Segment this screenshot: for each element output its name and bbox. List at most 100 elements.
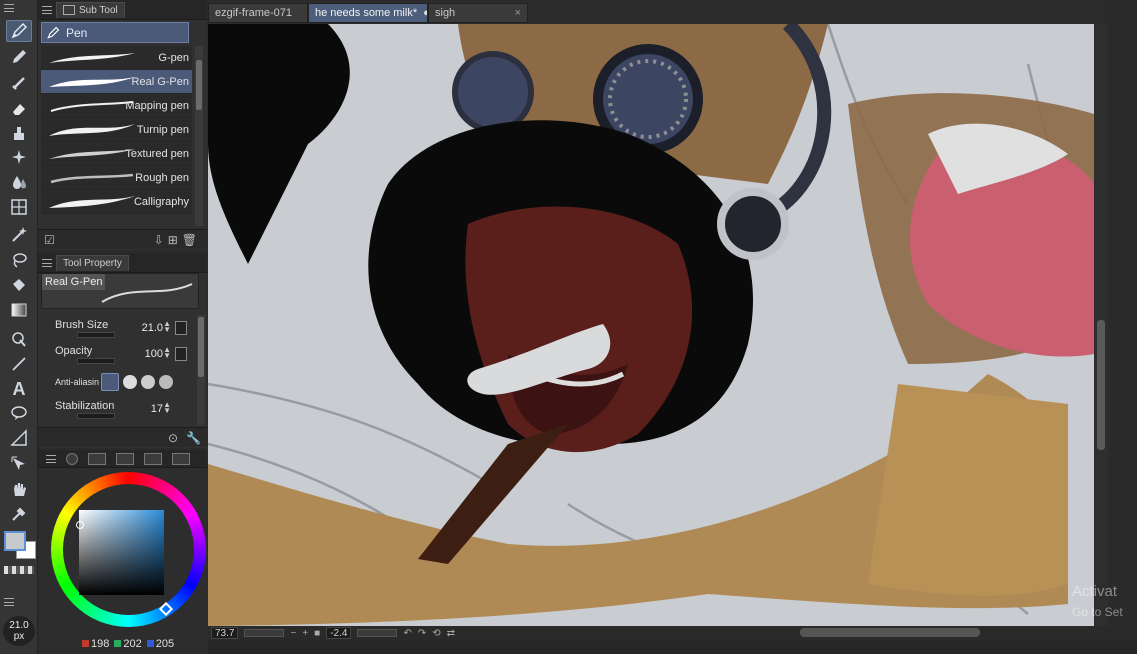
transparent-color-icon[interactable] [4, 566, 34, 574]
drawing-canvas[interactable] [208, 24, 1094, 626]
eraser-icon[interactable] [6, 98, 32, 120]
canvas-vertical-scroll-thumb[interactable] [1097, 320, 1105, 450]
gradient-icon[interactable] [6, 299, 32, 321]
pen-icon [47, 26, 60, 39]
tool-property-scrollbar[interactable] [197, 315, 205, 425]
grid-icon[interactable] [6, 196, 32, 218]
color-set-tab-icon[interactable] [116, 452, 134, 465]
tool-property-tab[interactable]: Tool Property [56, 254, 129, 271]
rotate-left-icon[interactable]: ↶ [403, 628, 411, 639]
brush-item[interactable]: Rough pen [41, 166, 192, 190]
canvas-vertical-scrollbar[interactable] [1094, 24, 1108, 626]
intermediate-color-tab-icon[interactable] [172, 452, 190, 465]
opacity-row[interactable]: Opacity 100 ▲ ▼ [41, 343, 191, 367]
opacity-spinner-icon[interactable]: ▲ ▼ [163, 346, 171, 360]
wrench-icon[interactable]: 🔧 [186, 431, 201, 445]
rotation-value[interactable]: -2.4 [326, 627, 352, 639]
brush-item-label: Mapping pen [125, 100, 189, 112]
fit-icon[interactable]: ■ [314, 628, 320, 639]
paint-bucket-icon[interactable] [6, 274, 32, 296]
tool-property-scroll-thumb[interactable] [198, 317, 204, 377]
brush-item[interactable]: Turnip pen [41, 118, 192, 142]
rotate-right-icon[interactable]: ↷ [418, 628, 426, 639]
zoom-out-icon[interactable]: − [290, 628, 296, 639]
brush-size-slider[interactable] [77, 332, 115, 338]
magic-wand-icon[interactable] [6, 224, 32, 246]
brush-size-value[interactable]: 21.0 [142, 322, 163, 334]
tool-property-menu-icon[interactable] [42, 258, 52, 267]
text-icon[interactable]: A [6, 378, 32, 400]
antialias-row[interactable]: Anti-aliasin [41, 370, 191, 394]
subtool-actions-icon[interactable]: ⇩⊞🗑 [154, 233, 201, 247]
color-strip-menu-icon[interactable] [4, 598, 14, 606]
close-icon[interactable]: × [515, 7, 521, 19]
subtool-settings-icon[interactable]: ☑ [44, 233, 55, 247]
brush-item[interactable]: Mapping pen [41, 94, 192, 118]
line-icon[interactable] [6, 353, 32, 375]
pen-icon[interactable] [6, 20, 32, 42]
saturation-value-square[interactable] [76, 510, 164, 595]
operation-icon[interactable] [6, 328, 32, 350]
brush-size-row[interactable]: Brush Size 21.0 ▲ ▼ [41, 317, 191, 341]
brush-size-dynamics-icon[interactable] [175, 321, 187, 335]
color-panel-menu-icon[interactable] [46, 454, 56, 463]
color-slider-tab-icon[interactable] [88, 452, 106, 465]
sparkle-icon[interactable] [6, 146, 32, 168]
opacity-value[interactable]: 100 [145, 348, 163, 360]
antialias-strong-icon[interactable] [159, 375, 173, 389]
stabilization-slider[interactable] [77, 413, 115, 419]
brush-list-scroll-thumb[interactable] [196, 60, 202, 110]
stabilization-value[interactable]: 17 [151, 403, 163, 415]
brush-size-indicator[interactable]: 21.0 px [3, 616, 35, 646]
stabilization-spinner-icon[interactable]: ▲ ▼ [163, 401, 171, 415]
canvas-horizontal-scroll-thumb[interactable] [800, 628, 980, 637]
move-icon[interactable] [6, 453, 32, 475]
stabilization-row[interactable]: Stabilization 17 ▲ ▼ [41, 398, 191, 422]
tab-document[interactable]: sigh × [428, 3, 528, 23]
color-wheel[interactable] [51, 472, 206, 627]
reset-rotation-icon[interactable]: ⟲ [432, 628, 440, 639]
eyedropper-icon[interactable] [6, 503, 32, 525]
color-wheel-tab-icon[interactable] [66, 452, 78, 465]
ruler-icon[interactable] [6, 427, 32, 449]
brush-stroke-preview [49, 124, 135, 136]
rotation-slider[interactable] [357, 629, 398, 637]
subtool-tab[interactable]: Sub Tool [56, 1, 125, 18]
stabilization-label: Stabilization [55, 400, 115, 412]
subtool-group-pen[interactable]: Pen [41, 22, 189, 43]
main-sub-color-icon[interactable] [4, 531, 38, 563]
hand-icon[interactable] [6, 478, 32, 500]
brush-item[interactable]: Real G-Pen [41, 70, 192, 94]
antialias-weak-icon[interactable] [123, 375, 137, 389]
brush-item[interactable]: Textured pen [41, 142, 192, 166]
antialias-medium-icon[interactable] [141, 375, 155, 389]
brush-item[interactable]: Calligraphy [41, 190, 192, 214]
blue-value: 205 [155, 638, 175, 650]
brush-item-label: Rough pen [135, 172, 189, 184]
reset-icon[interactable]: ⊙ [168, 431, 178, 445]
main-color-swatch[interactable] [4, 531, 26, 551]
blend-drop-icon[interactable] [6, 171, 32, 193]
flip-icon[interactable]: ⇄ [447, 628, 455, 639]
brush-list-scrollbar[interactable] [195, 46, 203, 226]
tool-strip-menu-icon[interactable] [4, 4, 14, 12]
zoom-slider[interactable] [244, 629, 285, 637]
marker-icon[interactable] [6, 72, 32, 94]
lasso-icon[interactable] [6, 249, 32, 271]
balloon-icon[interactable] [6, 402, 32, 424]
tab-document[interactable]: he needs some milk* ● [308, 3, 428, 23]
color-history-tab-icon[interactable] [144, 452, 162, 465]
zoom-in-icon[interactable]: + [302, 628, 308, 639]
fill-pot-icon[interactable] [6, 122, 32, 144]
tab-document[interactable]: ezgif-frame-071 [208, 3, 308, 23]
sv-cursor[interactable] [76, 521, 84, 529]
antialias-none-icon[interactable] [101, 373, 119, 391]
subtool-menu-icon[interactable] [42, 5, 52, 14]
brush-item[interactable]: G-pen [41, 46, 192, 70]
opacity-slider[interactable] [77, 358, 115, 364]
tab-document-label: sigh [435, 7, 456, 19]
brush-size-spinner-icon[interactable]: ▲ ▼ [163, 320, 171, 334]
pencil-icon[interactable] [6, 46, 32, 68]
zoom-value[interactable]: 73.7 [211, 627, 239, 639]
opacity-dynamics-icon[interactable] [175, 347, 187, 361]
